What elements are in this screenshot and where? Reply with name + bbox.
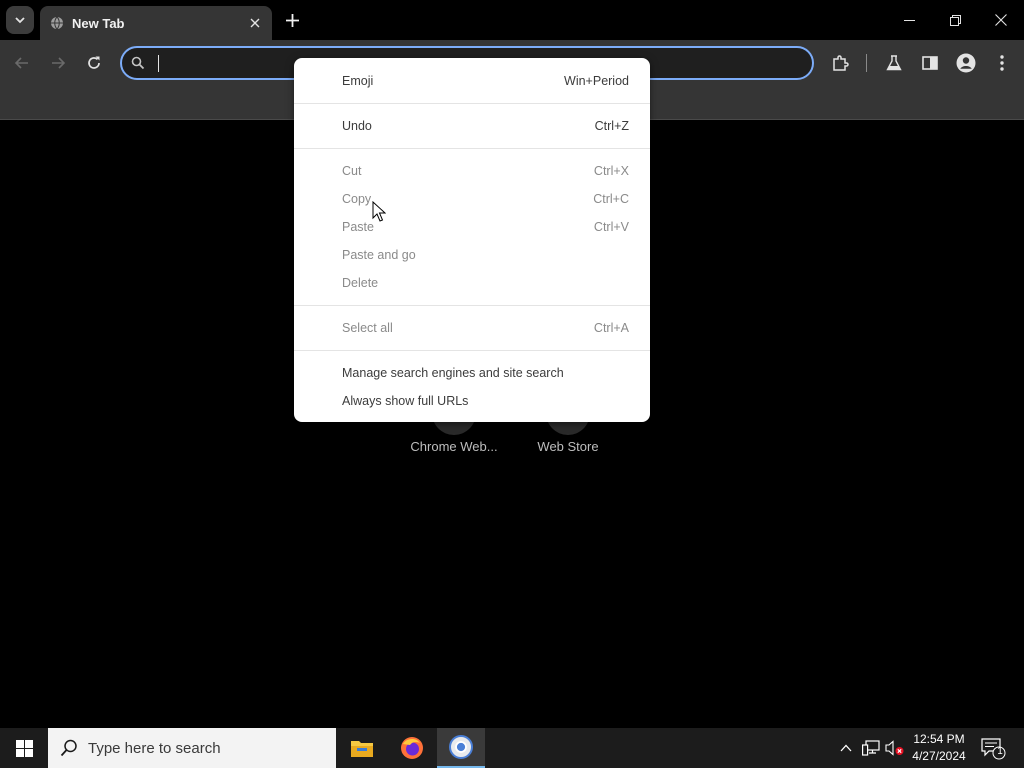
reload-icon xyxy=(88,56,100,69)
search-icon xyxy=(60,739,77,757)
labs-button[interactable] xyxy=(880,49,908,77)
network-tray-button[interactable] xyxy=(861,738,881,758)
clock-time: 12:54 PM xyxy=(913,732,965,746)
toolbar-divider xyxy=(866,54,867,72)
notification-count-badge: 1 xyxy=(997,746,1003,757)
menu-item-shortcut: Ctrl+X xyxy=(593,164,629,178)
more-vert-icon xyxy=(1000,55,1004,71)
chevron-up-icon xyxy=(840,744,852,752)
menu-item-label: Emoji xyxy=(342,74,374,88)
taskbar-search-placeholder: Type here to search xyxy=(88,739,221,757)
menu-item-label: Cut xyxy=(342,164,362,178)
arrow-right-icon xyxy=(52,57,66,69)
menu-item-label: Always show full URLs xyxy=(342,394,469,408)
extensions-button[interactable] xyxy=(826,49,854,77)
close-icon xyxy=(995,14,1007,26)
minimize-icon xyxy=(903,19,915,21)
tab-close-button[interactable] xyxy=(244,12,266,34)
plus-icon xyxy=(285,13,299,27)
main-menu-button[interactable] xyxy=(988,49,1016,77)
menu-item-label: Undo xyxy=(342,119,372,133)
menu-item-label: Paste and go xyxy=(342,248,416,262)
taskbar-clock[interactable]: 12:54 PM 4/27/2024 xyxy=(902,731,976,765)
chevron-down-icon xyxy=(15,17,25,24)
network-icon xyxy=(862,740,880,756)
chrome-icon xyxy=(449,735,473,759)
profile-button[interactable] xyxy=(952,49,980,77)
menu-item-undo[interactable]: Undo Ctrl+Z xyxy=(294,112,650,140)
reload-button[interactable] xyxy=(80,49,108,77)
menu-item-delete[interactable]: Delete xyxy=(294,269,650,297)
tab-new-tab[interactable]: New Tab xyxy=(40,6,272,40)
menu-item-manage-search-engines-and-site-search[interactable]: Manage search engines and site search xyxy=(294,359,650,387)
menu-separator xyxy=(294,95,650,112)
search-icon xyxy=(131,56,145,70)
start-button[interactable] xyxy=(0,728,48,768)
menu-item-label: Manage search engines and site search xyxy=(342,366,564,380)
menu-item-label: Delete xyxy=(342,276,379,290)
menu-item-label: Paste xyxy=(342,220,374,234)
tab-title: New Tab xyxy=(72,15,125,31)
side-panel-icon xyxy=(922,56,938,70)
menu-separator xyxy=(294,342,650,359)
side-panel-button[interactable] xyxy=(916,49,944,77)
menu-separator xyxy=(294,140,650,157)
show-hidden-icons-button[interactable] xyxy=(836,738,856,758)
folder-icon xyxy=(351,741,373,757)
shortcut-label: Chrome Web... xyxy=(410,439,498,454)
new-tab-button[interactable] xyxy=(280,8,304,32)
close-icon xyxy=(250,18,260,28)
windows-logo-icon xyxy=(15,739,33,757)
restore-button[interactable] xyxy=(932,0,978,40)
menu-item-shortcut: Ctrl+C xyxy=(593,192,629,206)
menu-item-shortcut: Win+Period xyxy=(564,74,629,88)
window-close-button[interactable] xyxy=(978,0,1024,40)
tab-strip: New Tab xyxy=(0,0,1024,40)
firefox-icon xyxy=(401,737,423,759)
restore-icon xyxy=(949,14,961,26)
minimize-button[interactable] xyxy=(886,0,932,40)
taskbar: Type here to search 12:54 PM 4/27/2024 1 xyxy=(0,728,1024,768)
forward-button[interactable] xyxy=(44,49,72,77)
menu-item-paste-and-go[interactable]: Paste and go xyxy=(294,241,650,269)
puzzle-icon xyxy=(833,55,849,71)
menu-item-always-show-full-urls[interactable]: Always show full URLs xyxy=(294,387,650,415)
flask-icon xyxy=(886,55,902,71)
menu-item-select-all[interactable]: Select all Ctrl+A xyxy=(294,314,650,342)
account-icon xyxy=(956,53,976,73)
back-button[interactable] xyxy=(8,49,36,77)
taskbar-chrome[interactable] xyxy=(437,728,485,768)
notifications-button[interactable]: 1 xyxy=(980,736,1006,760)
menu-item-shortcut: Ctrl+V xyxy=(593,220,629,234)
globe-icon xyxy=(51,16,63,30)
tab-search-button[interactable] xyxy=(6,6,34,34)
menu-item-label: Select all xyxy=(342,321,393,335)
menu-item-copy[interactable]: Copy Ctrl+C xyxy=(294,185,650,213)
clock-date: 4/27/2024 xyxy=(912,749,966,763)
menu-item-shortcut: Ctrl+Z xyxy=(594,119,629,133)
menu-separator xyxy=(294,297,650,314)
menu-item-shortcut: Ctrl+A xyxy=(593,321,629,335)
menu-item-label: Copy xyxy=(342,192,372,206)
menu-item-emoji[interactable]: Emoji Win+Period xyxy=(294,67,650,95)
context-menu: Emoji Win+Period Undo Ctrl+Z Cut Ctrl+X Copy Ct… xyxy=(294,58,650,422)
menu-item-cut[interactable]: Cut Ctrl+X xyxy=(294,157,650,185)
arrow-left-icon xyxy=(14,57,28,69)
taskbar-search-box[interactable]: Type here to search xyxy=(48,728,336,768)
menu-item-paste[interactable]: Paste Ctrl+V xyxy=(294,213,650,241)
text-caret xyxy=(158,55,159,72)
taskbar-file-explorer[interactable] xyxy=(338,728,386,768)
shortcut-label: Web Store xyxy=(537,439,599,454)
mouse-cursor-icon xyxy=(372,201,386,222)
taskbar-firefox[interactable] xyxy=(388,728,436,768)
